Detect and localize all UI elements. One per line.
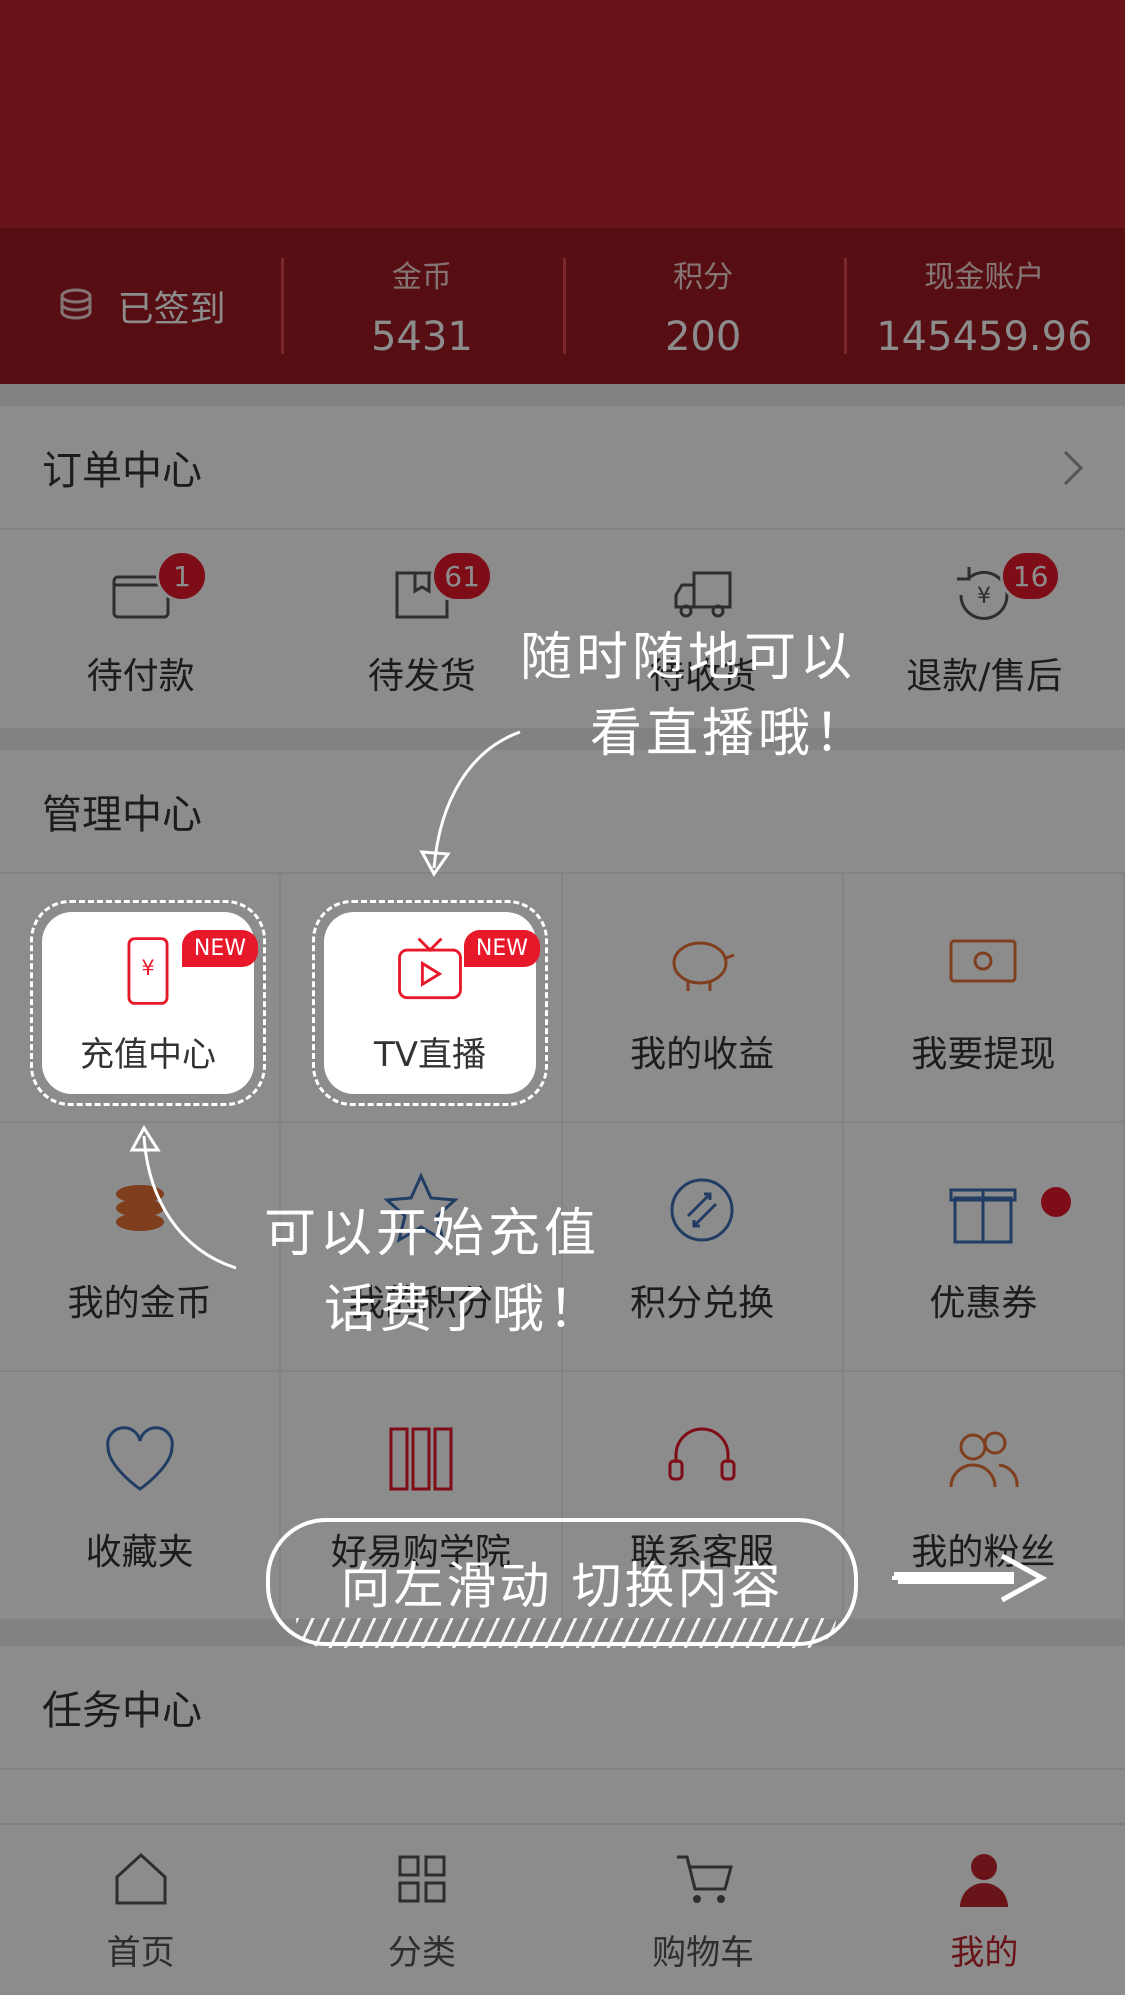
arrow-to-recharge-icon	[129, 1125, 237, 1270]
highlight-tv-label: TV直播	[373, 1034, 487, 1075]
tv-tip-line1: 随时随地可以	[520, 628, 857, 688]
highlight-recharge-label: 充值中心	[80, 1034, 216, 1075]
swipe-hint-text: 向左滑动 切换内容	[340, 1557, 784, 1615]
recharge-tip-note: 可以开始充值 话费了哦！	[264, 1196, 604, 1348]
svg-text:¥: ¥	[141, 955, 154, 979]
tv-tip-note: 随时随地可以 看直播哦！	[520, 620, 870, 772]
swipe-hint-box: 向左滑动 切换内容	[266, 1518, 858, 1646]
tv-tip-line2: 看直播哦！	[590, 704, 871, 764]
recharge-new-tag: NEW	[181, 930, 258, 967]
phone-recharge-icon: ¥	[127, 936, 169, 1005]
highlight-recharge-center[interactable]: ¥ NEW 充值中心	[42, 912, 258, 1094]
recharge-tip-line1: 可以开始充值	[264, 1204, 601, 1264]
tv-new-tag: NEW	[463, 930, 540, 967]
tv-icon	[398, 937, 462, 999]
app-screen: 已签到 金币 5431 积分 200 现金账户 145459.96 订单中心 1…	[0, 0, 1125, 1995]
highlight-tv-live[interactable]: NEW TV直播	[324, 912, 540, 1094]
arrow-to-tv-icon	[419, 730, 521, 877]
swipe-arrow-icon	[892, 1553, 1048, 1603]
recharge-tip-line2: 话费了哦！	[324, 1280, 605, 1340]
